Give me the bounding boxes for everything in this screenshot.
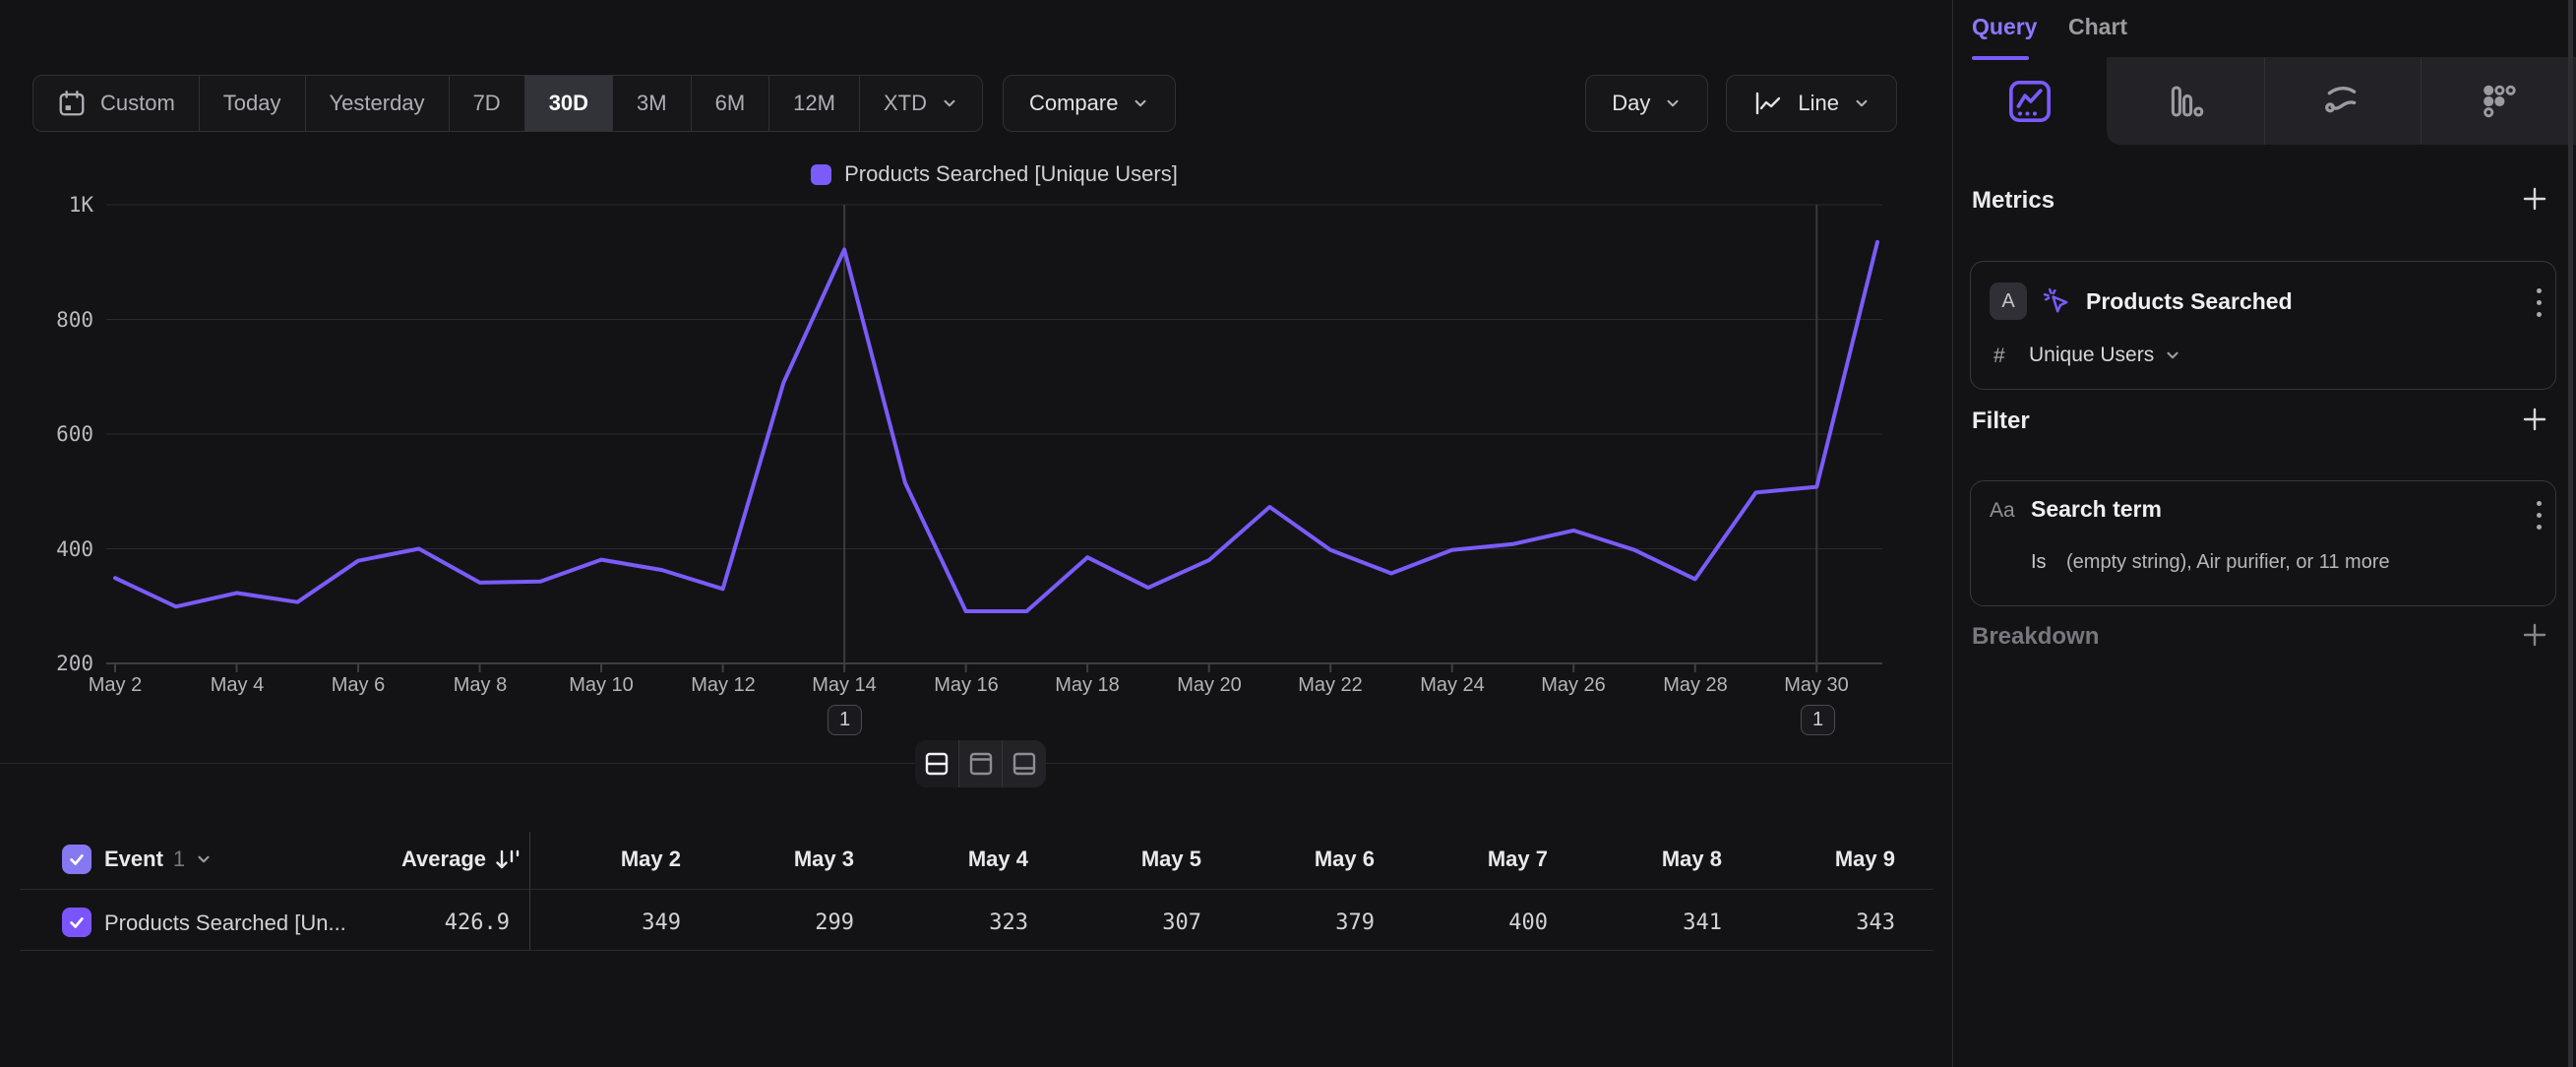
x-axis-label: May 6	[297, 672, 419, 698]
x-axis-label: May 28	[1634, 672, 1756, 698]
row-cell: 299	[697, 909, 854, 938]
date-column-header: May 3	[697, 845, 854, 874]
row-cell: 349	[523, 909, 681, 938]
x-axis-label: May 24	[1391, 672, 1513, 698]
layout-split-button[interactable]	[915, 740, 958, 787]
chart-plot[interactable]	[0, 0, 1952, 768]
retention-dots-icon	[2478, 81, 2519, 122]
row-cell: 323	[871, 909, 1028, 938]
date-column-header: May 9	[1738, 845, 1895, 874]
report-tab-funnels[interactable]	[2108, 57, 2263, 145]
x-axis-label: May 16	[905, 672, 1027, 698]
row-cell: 379	[1217, 909, 1375, 938]
filter-property-name[interactable]: Search term	[2031, 496, 2162, 523]
row-cell: 400	[1390, 909, 1548, 938]
date-column-header: May 2	[523, 845, 681, 874]
event-column-header[interactable]: Event 1	[104, 845, 213, 874]
insights-icon	[2005, 77, 2055, 126]
check-icon	[68, 913, 86, 931]
filter-value[interactable]: (empty string), Air purifier, or 11 more	[2066, 551, 2390, 574]
property-type-icon: Aa	[1990, 499, 2015, 523]
split-view-icon	[923, 751, 951, 777]
x-axis-label: May 18	[1026, 672, 1148, 698]
event-cursor-icon	[2040, 284, 2073, 318]
y-axis-label: 600	[32, 420, 93, 448]
plus-icon	[2520, 184, 2549, 214]
plus-icon	[2520, 620, 2549, 650]
x-axis-label: May 2	[54, 672, 176, 698]
table-column-divider	[529, 832, 530, 950]
annotation-marker[interactable]: 1	[828, 705, 862, 735]
metric-card[interactable]	[1970, 261, 2556, 390]
average-column-header[interactable]: Average	[329, 845, 486, 874]
table-row-border	[20, 950, 1933, 951]
layout-chart-only-button[interactable]	[958, 740, 1003, 787]
y-axis-label: 400	[32, 535, 93, 563]
report-tab-insights[interactable]	[1952, 57, 2108, 145]
x-axis-label: May 14	[783, 672, 905, 698]
flows-icon	[2321, 81, 2362, 122]
metrics-header: Metrics	[1972, 187, 2055, 215]
sidebar-divider	[1952, 0, 1953, 1067]
line-chart[interactable]: 1K 800 600 400 200 May 2 May 4 May 6 May…	[0, 0, 1952, 768]
y-axis-label: 1K	[32, 191, 93, 219]
select-all-checkbox[interactable]	[62, 845, 92, 874]
aggregation-selector[interactable]: Unique Users	[2029, 344, 2181, 367]
add-filter-button[interactable]	[2515, 400, 2554, 439]
date-column-header: May 6	[1217, 845, 1375, 874]
x-axis-label: May 4	[176, 672, 298, 698]
chart-series-line[interactable]	[115, 242, 1877, 611]
x-axis-label: May 20	[1148, 672, 1270, 698]
x-axis-label: May 8	[419, 672, 541, 698]
layout-table-only-button[interactable]	[1002, 740, 1046, 787]
tab-chart[interactable]: Chart	[2068, 14, 2127, 40]
row-cell: 343	[1738, 909, 1895, 938]
x-axis-label: May 26	[1512, 672, 1634, 698]
chevron-down-icon	[2164, 346, 2181, 364]
sort-icon[interactable]	[494, 845, 521, 874]
filter-operator[interactable]: Is	[2031, 551, 2047, 574]
breakdown-header: Breakdown	[1972, 623, 2099, 651]
layout-toggle	[915, 740, 1046, 787]
y-axis-label: 800	[32, 306, 93, 334]
date-column-header: May 8	[1564, 845, 1722, 874]
row-cell: 341	[1564, 909, 1722, 938]
row-checkbox[interactable]	[62, 908, 92, 937]
metric-name[interactable]: Products Searched	[2086, 288, 2293, 315]
report-tab-flows[interactable]	[2264, 57, 2420, 145]
row-cell: 307	[1044, 909, 1201, 938]
event-count: 1	[173, 845, 185, 874]
row-average-value: 426.9	[352, 909, 510, 938]
table-header-border	[20, 889, 1933, 890]
x-axis-label: May 10	[540, 672, 662, 698]
sidebar-scrollbar[interactable]	[2568, 0, 2573, 1067]
metric-letter-badge: A	[1990, 282, 2027, 320]
x-axis-label: May 12	[662, 672, 784, 698]
x-axis-label: May 30	[1755, 672, 1877, 698]
date-column-header: May 7	[1390, 845, 1548, 874]
bar-chart-icon	[2165, 81, 2206, 122]
check-icon	[68, 850, 86, 868]
annotation-marker[interactable]: 1	[1801, 705, 1835, 735]
report-tab-retention[interactable]	[2421, 57, 2576, 145]
metric-menu-button[interactable]	[2524, 282, 2553, 323]
date-column-header: May 5	[1044, 845, 1201, 874]
chart-view-icon	[967, 751, 995, 777]
analytics-app: Custom Today Yesterday 7D 30D 3M 6M 12M …	[0, 0, 2576, 1067]
date-column-header: May 4	[871, 845, 1028, 874]
filter-menu-button[interactable]	[2524, 494, 2553, 535]
chevron-down-icon	[195, 850, 213, 868]
add-metric-button[interactable]	[2515, 179, 2554, 219]
tab-query[interactable]: Query	[1972, 14, 2037, 40]
aggregation-prefix: #	[1993, 345, 2005, 368]
plus-icon	[2520, 405, 2549, 434]
add-breakdown-button[interactable]	[2515, 615, 2554, 655]
table-view-icon	[1011, 751, 1038, 777]
filter-header: Filter	[1972, 408, 2030, 435]
x-axis-label: May 22	[1269, 672, 1391, 698]
